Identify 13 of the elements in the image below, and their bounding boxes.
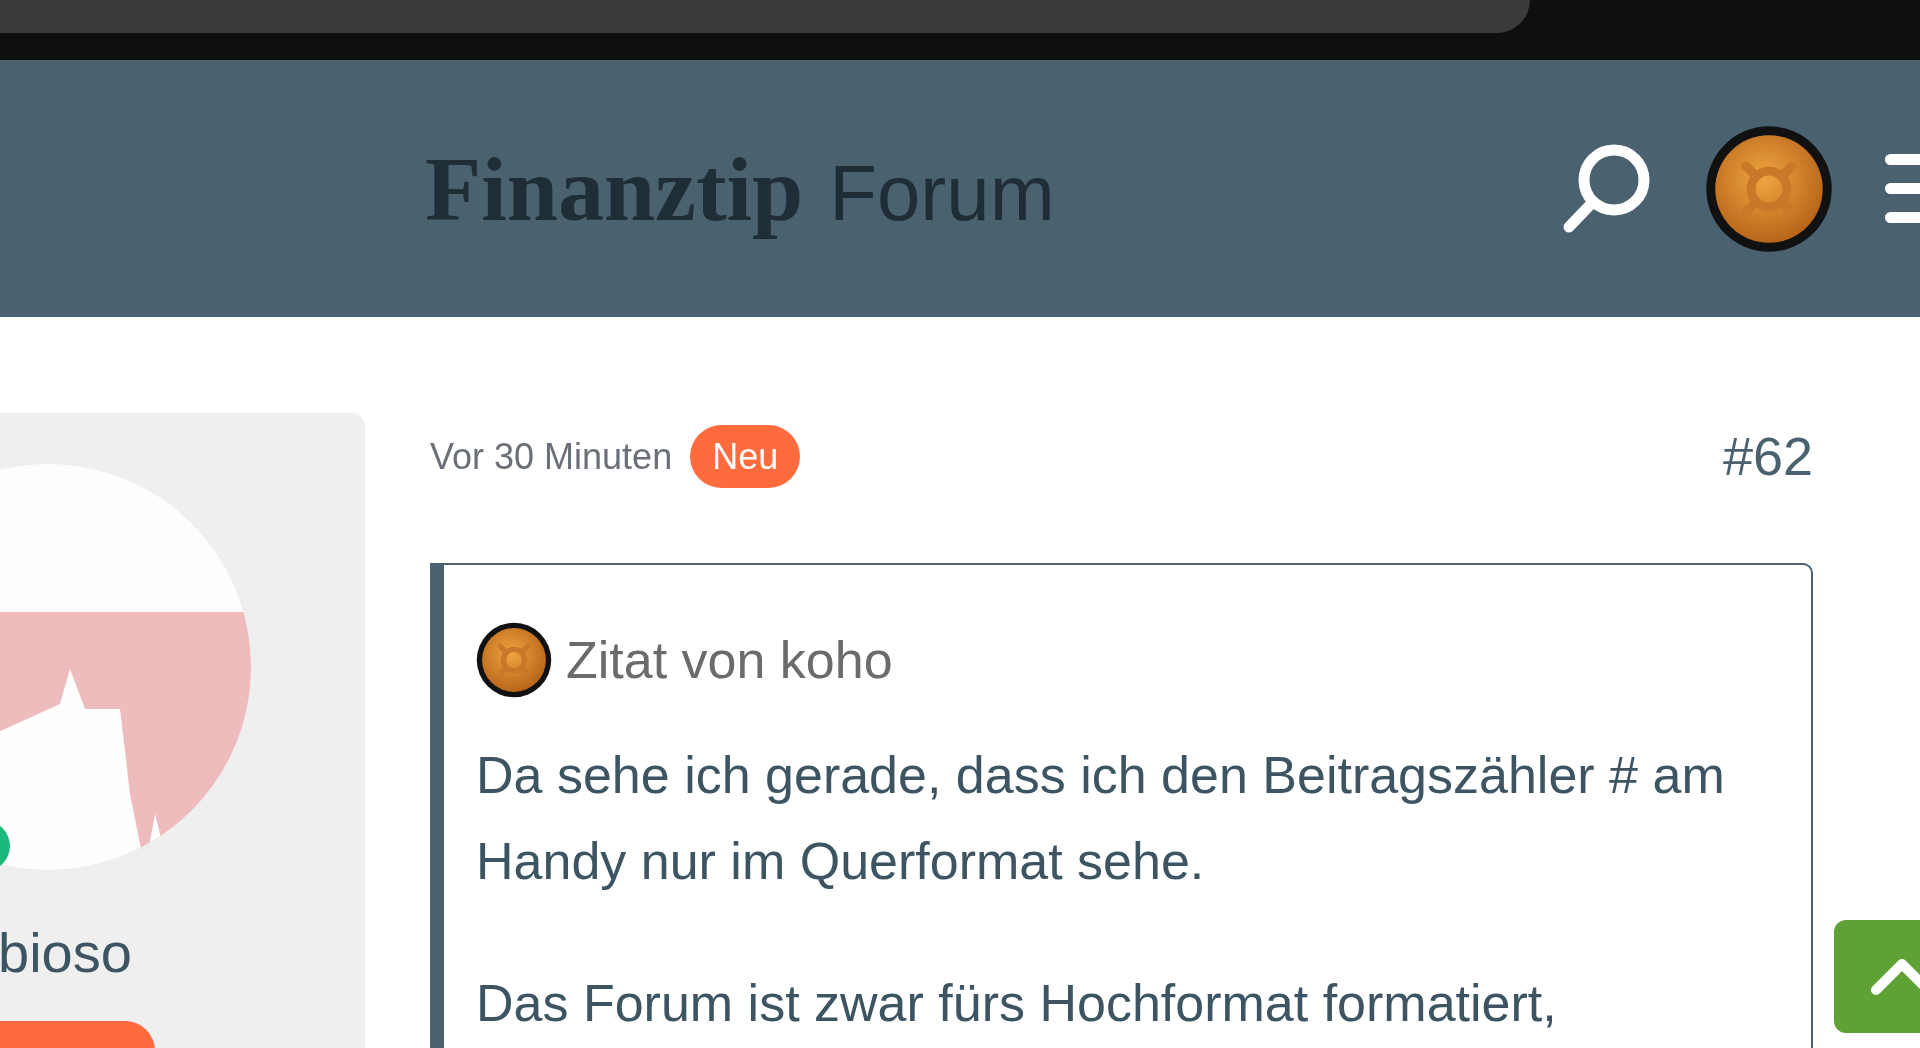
menu-icon[interactable] [1885, 153, 1920, 224]
chevron-up-icon [1870, 957, 1920, 996]
post-time: Vor 30 Minuten [430, 434, 673, 479]
scroll-to-top-button[interactable] [1834, 920, 1920, 1033]
author-name[interactable]: bioso [0, 925, 365, 981]
quote-paragraph: Das Forum ist zwar fürs Hochformat formatiert, [476, 973, 1558, 1034]
user-avatar-icon[interactable] [1705, 124, 1833, 253]
quote-paragraph: Da sehe ich gerade, dass ich den Beitragszähler # am Handy nur im Querformat sehe. [476, 745, 1726, 892]
search-icon[interactable] [1561, 142, 1651, 235]
quote-title: Zitat von koho [566, 634, 893, 686]
post-number[interactable]: #62 [1722, 416, 1813, 497]
quote-avatar-icon [476, 622, 552, 698]
new-badge: Neu [690, 425, 801, 488]
